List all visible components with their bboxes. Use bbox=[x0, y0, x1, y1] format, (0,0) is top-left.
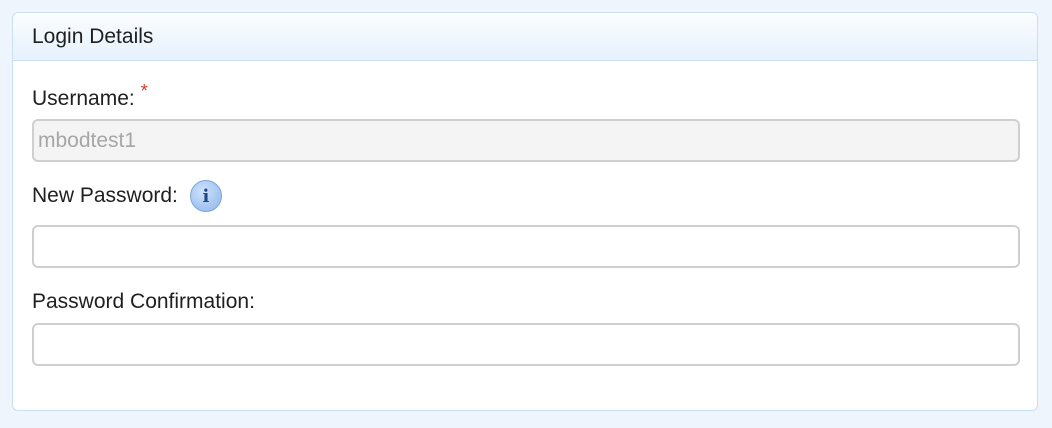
username-label-row: Username: * bbox=[32, 81, 148, 111]
username-field[interactable] bbox=[32, 119, 1020, 162]
required-indicator: * bbox=[140, 80, 148, 101]
panel-header: Login Details bbox=[13, 13, 1037, 61]
info-icon[interactable]: i bbox=[189, 180, 222, 212]
password-confirmation-label-row: Password Confirmation: bbox=[32, 290, 255, 314]
new-password-field[interactable] bbox=[32, 225, 1020, 268]
new-password-label: New Password: bbox=[32, 184, 178, 207]
new-password-label-row: New Password: i bbox=[32, 180, 222, 212]
panel-title: Login Details bbox=[32, 24, 154, 48]
username-label: Username: bbox=[32, 87, 135, 110]
login-details-panel: Login Details Username: * New Password: … bbox=[12, 12, 1038, 411]
password-confirmation-field[interactable] bbox=[32, 323, 1020, 366]
password-confirmation-label: Password Confirmation: bbox=[32, 290, 255, 313]
